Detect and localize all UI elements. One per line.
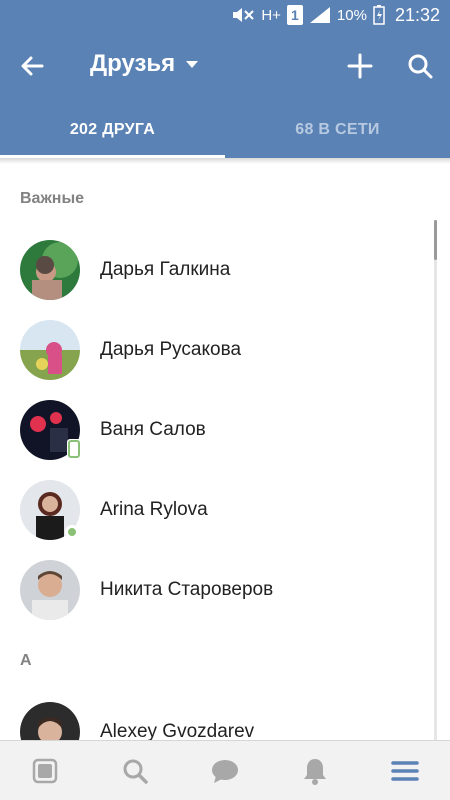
friend-row[interactable]: Дарья Русакова <box>0 310 430 390</box>
nav-messages[interactable] <box>195 741 255 800</box>
news-icon <box>32 758 58 783</box>
friend-row[interactable]: Alexey Gvozdarev <box>0 692 430 740</box>
signal-icon <box>309 4 331 26</box>
friends-list[interactable]: Важные Дарья Галкина Дарья Русакова Ваня… <box>0 158 450 740</box>
plus-icon <box>347 53 373 79</box>
battery-percent: 10% <box>336 6 367 24</box>
clock: 21:32 <box>394 4 440 25</box>
menu-icon <box>391 760 419 781</box>
search-icon <box>123 759 148 784</box>
friend-name: Alexey Gvozdarev <box>100 721 255 740</box>
status-bar: H+ 1 10% 21:32 <box>0 0 450 30</box>
nav-news[interactable] <box>15 741 75 800</box>
section-header-important: Важные <box>20 190 85 207</box>
friend-name: Ваня Салов <box>100 419 206 440</box>
tab-online-friends[interactable]: 68 В СЕТИ <box>225 102 450 158</box>
nav-menu[interactable] <box>375 741 435 800</box>
battery-charging-icon <box>373 4 385 26</box>
mobile-online-icon <box>67 439 81 459</box>
friend-row[interactable]: Arina Rylova <box>0 470 430 550</box>
online-status-dot <box>65 525 79 539</box>
friend-name: Дарья Галкина <box>100 259 231 280</box>
dropdown-caret-icon <box>185 57 199 71</box>
friend-row[interactable]: Никита Староверов <box>0 550 430 630</box>
sim-slot: 1 <box>291 7 299 23</box>
friend-name: Никита Староверов <box>100 579 274 600</box>
search-icon <box>408 54 433 79</box>
network-type: H+ <box>261 6 281 24</box>
friend-name: Arina Rylova <box>100 499 208 520</box>
avatar <box>20 702 80 740</box>
page-title: Друзья <box>90 50 176 77</box>
mute-icon <box>231 4 255 26</box>
avatar <box>20 320 80 380</box>
sim-slot-icon: 1 <box>286 5 303 25</box>
friend-row[interactable]: Дарья Галкина <box>0 230 430 310</box>
nav-search[interactable] <box>105 741 165 800</box>
back-arrow-icon[interactable] <box>18 52 46 80</box>
nav-notifications[interactable] <box>285 741 345 800</box>
friends-tabs: 202 ДРУГА 68 В СЕТИ <box>0 102 450 158</box>
scrollbar-thumb[interactable] <box>434 220 437 260</box>
messages-icon <box>212 759 238 783</box>
add-friend-button[interactable] <box>346 52 374 80</box>
friend-row[interactable]: Ваня Салов <box>0 390 430 470</box>
bottom-nav <box>0 740 450 800</box>
tab-all-friends[interactable]: 202 ДРУГА <box>0 102 225 158</box>
avatar <box>20 560 80 620</box>
section-header-a: А <box>20 652 32 669</box>
scrollbar-track <box>434 220 437 740</box>
app-bar: Друзья <box>0 30 450 102</box>
friend-name: Дарья Русакова <box>100 339 242 360</box>
notifications-icon <box>304 758 326 785</box>
avatar <box>20 240 80 300</box>
search-button[interactable] <box>406 52 434 80</box>
title-dropdown[interactable]: Друзья <box>90 50 199 78</box>
